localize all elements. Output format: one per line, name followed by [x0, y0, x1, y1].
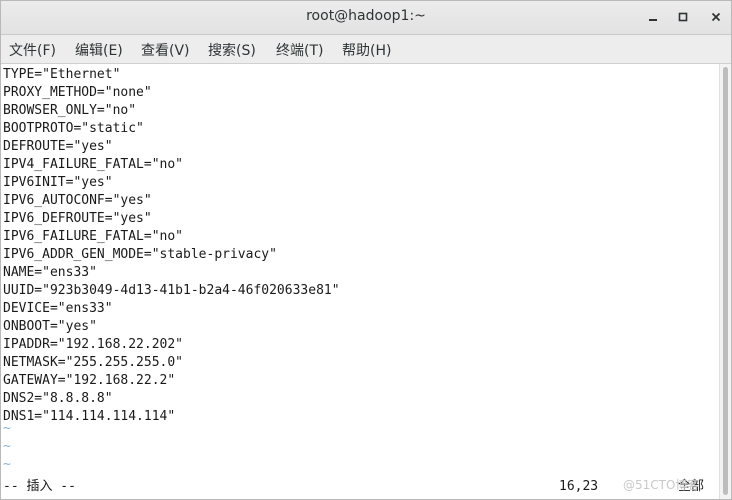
terminal-content[interactable]: TYPE="Ethernet" PROXY_METHOD="none" BROW…: [1, 64, 719, 499]
terminal-line: DNS2="8.8.8.8": [3, 391, 113, 406]
close-icon: [711, 12, 721, 22]
terminal-line: PROXY_METHOD="none": [3, 85, 152, 100]
watermark-text: @51CTO博客: [623, 478, 700, 492]
terminal-line: UUID="923b3049-4d13-41b1-b2a4-46f020633e…: [3, 283, 340, 298]
menu-search[interactable]: 搜索(S): [208, 40, 256, 60]
empty-line-tilde: ~: [3, 457, 11, 472]
terminal-line: IPV4_FAILURE_FATAL="no": [3, 157, 184, 172]
menu-bar: 文件(F) 编辑(E) 查看(V) 搜索(S) 终端(T) 帮助(H): [1, 35, 731, 64]
terminal-line: ONBOOT="yes": [3, 319, 97, 334]
minimize-icon: [649, 19, 657, 21]
terminal-line: DEFROUTE="yes": [3, 139, 113, 154]
terminal-line: IPV6_ADDR_GEN_MODE="stable-privacy": [3, 247, 277, 262]
terminal-line: BROWSER_ONLY="no": [3, 103, 137, 118]
maximize-button[interactable]: [671, 5, 695, 29]
terminal-line: IPV6_FAILURE_FATAL="no": [3, 229, 184, 244]
menu-edit[interactable]: 编辑(E): [75, 40, 123, 60]
vertical-scrollbar[interactable]: [719, 64, 731, 499]
terminal-line: IPV6INIT="yes": [3, 175, 113, 190]
terminal-line: NETMASK="255.255.255.0": [3, 355, 184, 370]
minimize-button[interactable]: [641, 5, 665, 29]
maximize-icon: [678, 12, 688, 22]
terminal-line: IPV6_AUTOCONF="yes": [3, 193, 152, 208]
cursor-position: 16,23: [559, 479, 599, 494]
terminal-window: root@hadoop1:~ 文件(F) 编辑(E) 查看(V) 搜索(S) 终…: [0, 0, 732, 500]
vim-mode-indicator: -- 插入 --: [3, 479, 76, 494]
close-button[interactable]: [704, 5, 728, 29]
scrollbar-thumb[interactable]: [723, 67, 728, 495]
terminal-line: TYPE="Ethernet": [3, 67, 121, 82]
menu-view[interactable]: 查看(V): [141, 40, 190, 60]
window-title: root@hadoop1:~: [306, 8, 426, 24]
terminal-line: DEVICE="ens33": [3, 301, 113, 316]
terminal-line: IPV6_DEFROUTE="yes": [3, 211, 152, 226]
terminal-line: DNS1="114.114.114.114": [3, 409, 176, 424]
terminal-line: IPADDR="192.168.22.202": [3, 337, 184, 352]
empty-line-tilde: ~: [3, 421, 11, 436]
empty-line-tilde: ~: [3, 439, 11, 454]
title-bar[interactable]: root@hadoop1:~: [1, 1, 731, 35]
menu-help[interactable]: 帮助(H): [342, 40, 391, 60]
terminal-line: BOOTPROTO="static": [3, 121, 144, 136]
terminal-line: NAME="ens33": [3, 265, 97, 280]
menu-terminal[interactable]: 终端(T): [276, 40, 323, 60]
terminal-line: GATEWAY="192.168.22.2": [3, 373, 176, 388]
menu-file[interactable]: 文件(F): [9, 40, 56, 60]
